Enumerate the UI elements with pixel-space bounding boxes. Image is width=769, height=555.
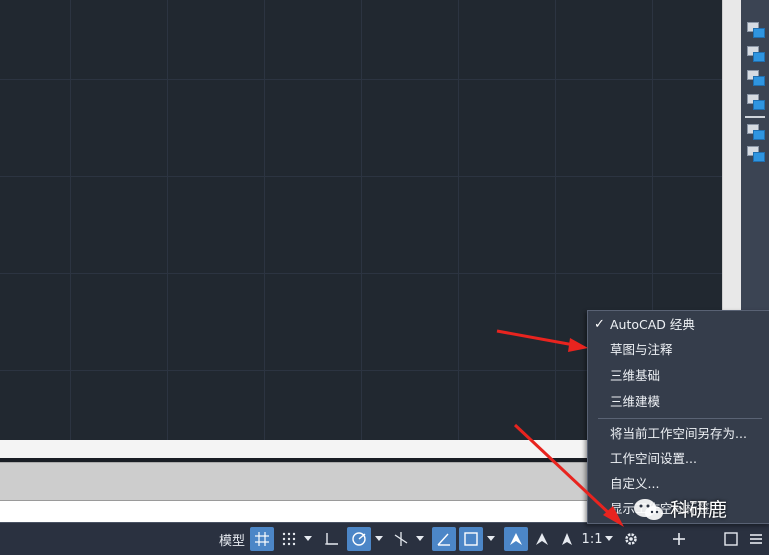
workspace-gear-icon[interactable]	[620, 527, 642, 551]
text-tool-icon[interactable]	[747, 124, 765, 141]
menu-item-3d-modeling[interactable]: 三维建模	[610, 390, 660, 414]
chevron-down-icon[interactable]	[302, 527, 314, 551]
vertical-scrollbar[interactable]	[722, 0, 742, 310]
watermark-text: 科研鹿	[670, 499, 728, 521]
layer-tool-icon[interactable]	[747, 22, 765, 39]
annotation-visibility-icon[interactable]	[504, 527, 528, 551]
command-input[interactable]	[0, 500, 600, 523]
chevron-down-icon[interactable]	[373, 527, 385, 551]
fullscreen-icon[interactable]	[720, 527, 742, 551]
wechat-icon	[634, 499, 663, 520]
model-space-button[interactable]: 模型	[216, 527, 248, 551]
menu-item-save-workspace-as[interactable]: 将当前工作空间另存为...	[610, 422, 747, 446]
watermark: 科研鹿	[624, 492, 769, 528]
ortho-mode-icon[interactable]	[320, 527, 344, 551]
auto-scale-icon[interactable]	[531, 527, 553, 551]
object-snap-tracking-icon[interactable]	[432, 527, 456, 551]
chevron-down-icon[interactable]	[485, 527, 497, 551]
polar-tracking-icon[interactable]	[347, 527, 371, 551]
chevron-down-icon[interactable]	[414, 527, 426, 551]
layer-tool-icon[interactable]	[747, 94, 765, 111]
table-tool-icon[interactable]	[747, 146, 765, 163]
scale-selector[interactable]: 1:1	[582, 527, 603, 551]
command-history	[0, 462, 600, 501]
layer-tool-icon[interactable]	[747, 70, 765, 87]
menu-item-drafting-annotation[interactable]: 草图与注释	[610, 338, 673, 362]
layer-tool-icon[interactable]	[747, 46, 765, 63]
menu-separator	[598, 418, 762, 419]
tool-palette-strip	[741, 0, 769, 310]
plus-icon[interactable]	[668, 527, 690, 551]
object-snap-icon[interactable]	[459, 527, 483, 551]
menu-item-workspace-settings[interactable]: 工作空间设置...	[610, 447, 697, 471]
palette-divider	[745, 116, 765, 118]
customize-menu-icon[interactable]	[746, 527, 766, 551]
snap-mode-icon[interactable]	[278, 527, 300, 551]
grid-display-icon[interactable]	[250, 527, 274, 551]
check-icon: ✓	[594, 317, 605, 332]
chevron-down-icon[interactable]	[603, 527, 615, 551]
menu-item-autocad-classic[interactable]: AutoCAD 经典	[610, 313, 695, 337]
isometric-draft-icon[interactable]	[390, 527, 412, 551]
annotation-scale-icon[interactable]	[556, 527, 578, 551]
menu-item-3d-basics[interactable]: 三维基础	[610, 364, 660, 388]
